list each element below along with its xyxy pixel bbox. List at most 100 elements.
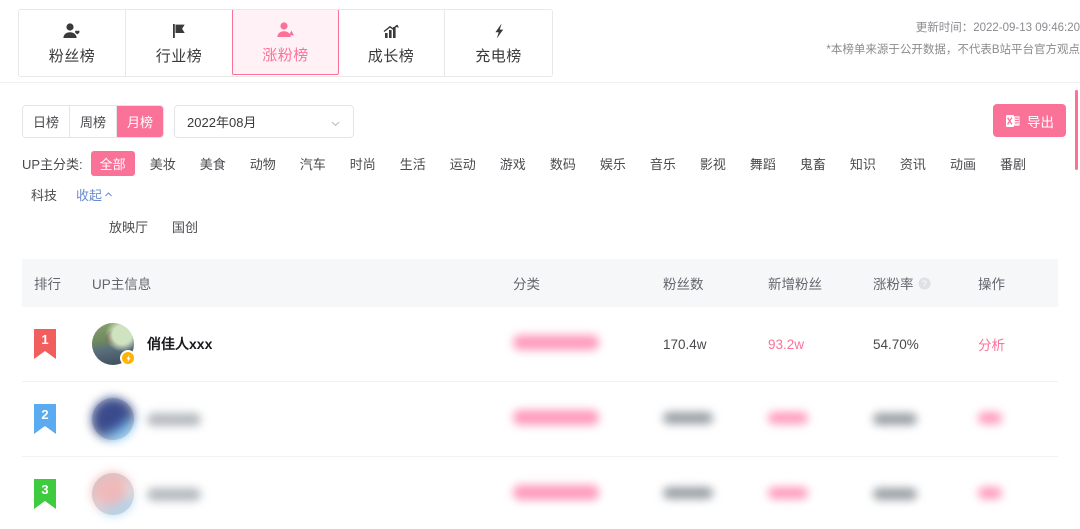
tab-label: 充电榜: [475, 48, 522, 65]
svg-text:?: ?: [922, 278, 927, 288]
category-chip-digital[interactable]: 数码: [541, 151, 585, 176]
filter-row: 日榜 周榜 月榜 2022年08月 导出: [0, 97, 1080, 145]
category-chip-food[interactable]: 美食: [191, 151, 235, 176]
ranking-table: 排行 UP主信息 分类 粉丝数 新增粉丝 涨粉率 ? 操作 1 俏佳人xxx 1…: [0, 259, 1080, 529]
tab-label: 行业榜: [155, 48, 203, 65]
header-meta: 更新时间：2022-09-13 09:46:20 *本榜单来源于公开数据，不代表…: [826, 18, 1080, 62]
rank-cell: 3: [34, 479, 92, 509]
user-heart-icon: [62, 20, 82, 40]
tab-industry-ranking[interactable]: 行业榜: [126, 10, 233, 76]
category-filter: UP主分类: 全部 美妆 美食 动物 汽车 时尚 生活 运动 游戏 数码 娱乐 …: [0, 145, 1080, 239]
up-info-cell[interactable]: [92, 473, 513, 515]
redacted-up-name: [147, 487, 201, 501]
update-time: 更新时间：2022-09-13 09:46:20: [915, 22, 1080, 34]
question-circle-icon[interactable]: ?: [918, 277, 931, 290]
redacted-value: [768, 486, 808, 499]
column-header-fans: 粉丝数: [663, 277, 704, 292]
date-select[interactable]: 2022年08月: [174, 104, 355, 138]
column-header-growth-rate-label: 涨粉率: [873, 277, 914, 292]
action-cell[interactable]: [978, 411, 1058, 427]
disclaimer-note: *本榜单来源于公开数据，不代表B站平台官方观点: [826, 43, 1080, 56]
action-cell[interactable]: 分析: [978, 334, 1058, 354]
table-row[interactable]: 2: [22, 382, 1058, 457]
period-option-month[interactable]: 月榜: [117, 105, 164, 137]
category-chip-anime-series[interactable]: 番剧: [991, 151, 1035, 176]
new-fans-cell: 93.2w: [768, 336, 805, 352]
flag-icon: [169, 20, 189, 40]
avatar[interactable]: [92, 398, 134, 440]
column-header-action: 操作: [978, 277, 1005, 292]
redacted-value: [873, 488, 917, 500]
avatar[interactable]: [92, 473, 134, 515]
period-segmented-control: 日榜 周榜 月榜: [22, 104, 165, 138]
lightning-icon: [489, 20, 509, 40]
analyze-link[interactable]: 分析: [978, 338, 1005, 353]
fans-cell: 170.4w: [663, 336, 707, 352]
redacted-value: [978, 411, 1002, 424]
ranking-tab-group: 粉丝榜 行业榜 涨粉榜 成长榜 充电榜: [18, 9, 553, 77]
page-root: 粉丝榜 行业榜 涨粉榜 成长榜 充电榜 更新时间：2022-09-13 09:4…: [0, 0, 1080, 529]
fans-cell: [663, 486, 768, 502]
column-header-new-fans: 新增粉丝: [768, 277, 822, 292]
up-info-cell[interactable]: [92, 398, 513, 440]
category-chip-entertainment[interactable]: 娱乐: [591, 151, 635, 176]
category-chip-tech[interactable]: 科技: [22, 182, 66, 207]
category-chip-knowledge[interactable]: 知识: [841, 151, 885, 176]
redacted-value: [768, 411, 808, 424]
redacted-value: [513, 485, 599, 500]
growth-chart-icon: [381, 20, 401, 40]
up-info-cell[interactable]: 俏佳人xxx: [92, 323, 513, 366]
category-cell: [513, 335, 663, 353]
filter-zone: 日榜 周榜 月榜 2022年08月 导出 UP主分类: 全部 美妆 美食 动物 …: [0, 83, 1080, 239]
excel-icon: [1005, 113, 1021, 129]
table-header-row: 排行 UP主信息 分类 粉丝数 新增粉丝 涨粉率 ? 操作: [22, 259, 1058, 307]
column-header-growth-rate: 涨粉率 ?: [873, 273, 978, 293]
collapse-categories-link[interactable]: 收起: [76, 185, 113, 204]
growth-rate-cell: [873, 488, 978, 500]
redacted-value: [663, 486, 713, 499]
category-chip-dance[interactable]: 舞蹈: [741, 151, 785, 176]
category-chip-movie[interactable]: 影视: [691, 151, 735, 176]
redacted-up-name: [147, 412, 201, 426]
rank-badge: 1: [34, 329, 56, 359]
category-chip-game[interactable]: 游戏: [491, 151, 535, 176]
export-button[interactable]: 导出: [993, 104, 1066, 137]
category-cell: [513, 410, 663, 428]
tab-charge-ranking[interactable]: 充电榜: [445, 10, 552, 76]
new-fans-cell: [768, 411, 873, 427]
tab-label: 涨粉榜: [262, 47, 309, 64]
avatar-image: [92, 398, 134, 440]
table-row[interactable]: 3: [22, 457, 1058, 529]
redacted-value: [978, 486, 1002, 499]
category-chip-sports[interactable]: 运动: [441, 151, 485, 176]
action-cell[interactable]: [978, 486, 1058, 502]
category-chip-guichu[interactable]: 鬼畜: [791, 151, 835, 176]
category-chip-domestic-original[interactable]: 国创: [163, 214, 207, 239]
tab-growth-ranking[interactable]: 成长榜: [338, 10, 445, 76]
vertical-scrollbar[interactable]: [1075, 90, 1078, 170]
period-option-week[interactable]: 周榜: [70, 105, 118, 137]
chevron-down-icon: [330, 116, 341, 127]
category-chip-animation[interactable]: 动画: [941, 151, 985, 176]
category-chip-screening-room[interactable]: 放映厅: [100, 214, 157, 239]
tab-fans-ranking[interactable]: 粉丝榜: [19, 10, 126, 76]
lightning-badge-icon: [120, 350, 136, 366]
category-chip-beauty[interactable]: 美妆: [141, 151, 185, 176]
growth-rate-cell: [873, 413, 978, 425]
category-chip-animal[interactable]: 动物: [241, 151, 285, 176]
category-chip-fashion[interactable]: 时尚: [341, 151, 385, 176]
fans-cell: [663, 411, 768, 427]
rank-cell: 2: [34, 404, 92, 434]
category-chip-music[interactable]: 音乐: [641, 151, 685, 176]
category-chip-all[interactable]: 全部: [90, 151, 135, 176]
tab-growth-fans-ranking[interactable]: 涨粉榜: [232, 10, 339, 75]
avatar[interactable]: [92, 323, 136, 366]
category-chip-car[interactable]: 汽车: [291, 151, 335, 176]
redacted-value: [873, 413, 917, 425]
table-row[interactable]: 1 俏佳人xxx 170.4w 93.2w 54.70% 分析: [22, 307, 1058, 382]
column-header-category: 分类: [513, 277, 540, 292]
rank-badge: 2: [34, 404, 56, 434]
category-chip-life[interactable]: 生活: [391, 151, 435, 176]
period-option-day[interactable]: 日榜: [23, 105, 71, 137]
category-chip-news[interactable]: 资讯: [891, 151, 935, 176]
